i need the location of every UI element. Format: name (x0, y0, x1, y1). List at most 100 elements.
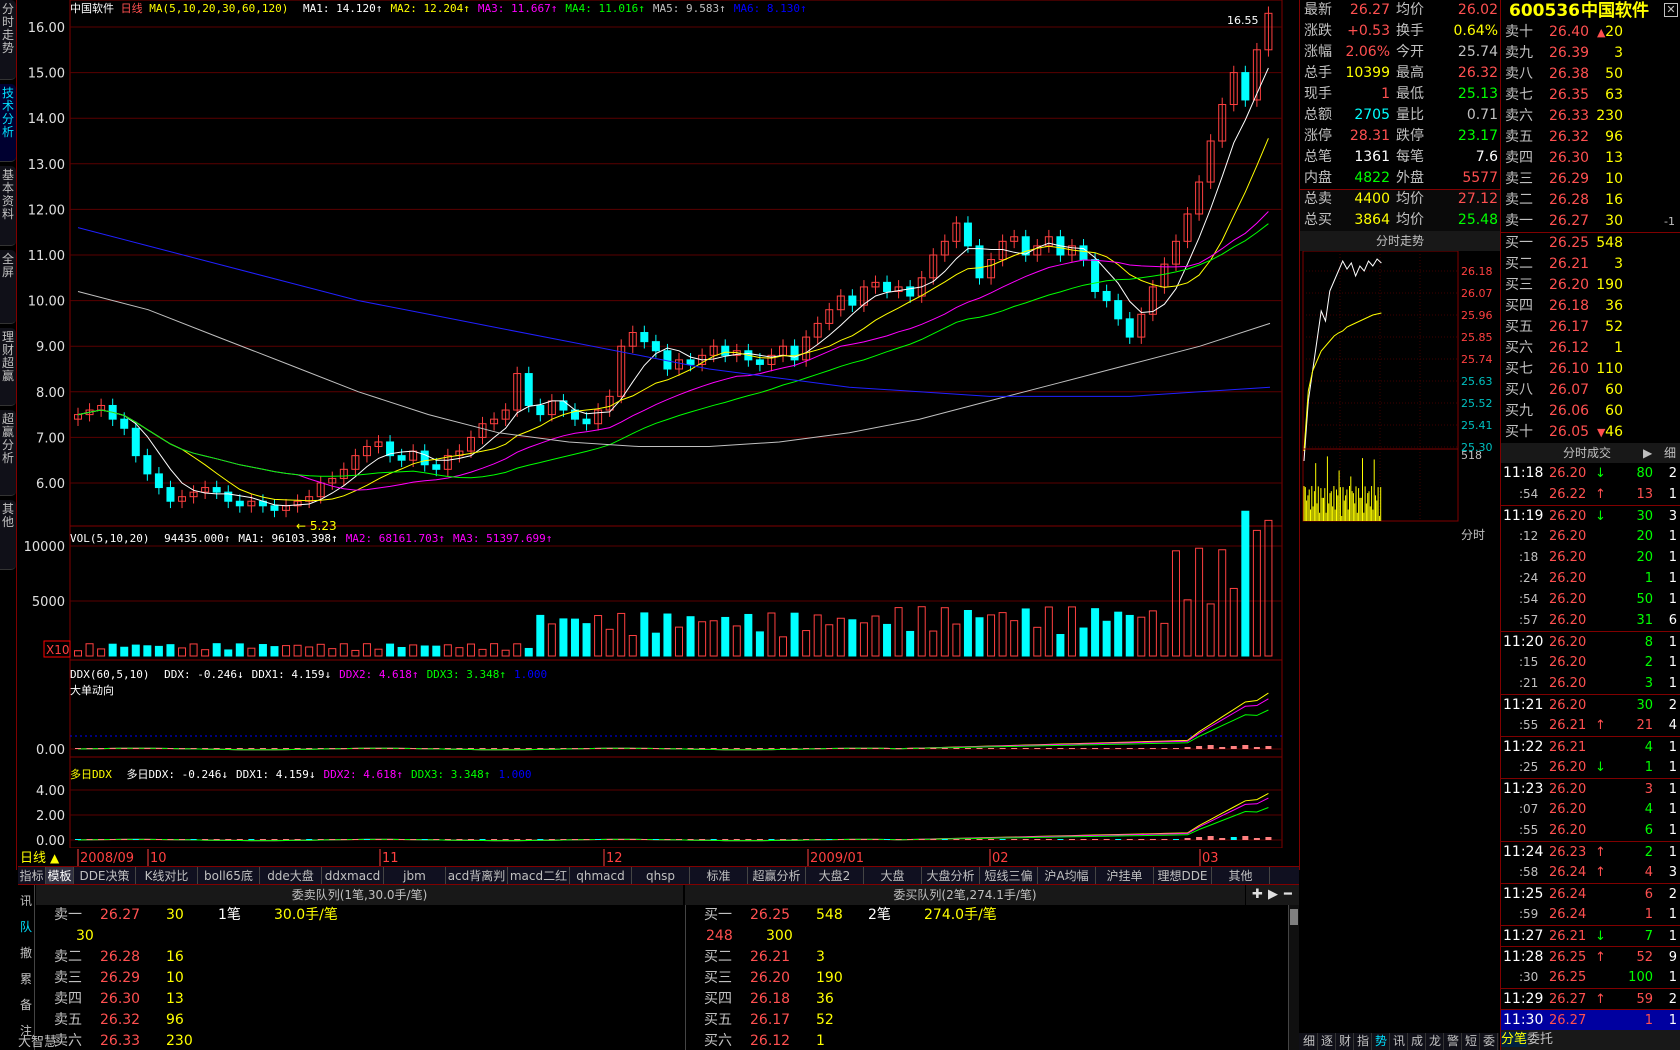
indicator-tab-7[interactable]: jbm (384, 867, 446, 885)
sidebar-tab-1[interactable]: 技术分析 (0, 84, 16, 162)
info-tab-3[interactable]: 指 (1355, 1033, 1372, 1050)
trade-tick[interactable]: :12 26.20 20 1 (1501, 526, 1680, 547)
sidebar-tab-4[interactable]: 理财超赢 (0, 328, 16, 406)
trade-tick[interactable]: :07 26.20 4 1 (1501, 799, 1680, 820)
trade-tick[interactable]: :25 26.20 ↓ 1 1 (1501, 757, 1680, 778)
sell-level[interactable]: 卖四 26.30 13 (1501, 148, 1680, 169)
info-tab-9[interactable]: 短 (1463, 1033, 1480, 1050)
indicator-tab-8[interactable]: acd背离判断 (446, 867, 508, 901)
queue-scrollbar[interactable] (1288, 905, 1299, 1050)
chart-area[interactable]: 16.00 15.00 14.00 13.00 12.00 11.00 10.00 9.00 8… (18, 0, 1299, 870)
indicator-tab-3[interactable]: K线对比 (136, 867, 198, 885)
info-tab-4[interactable]: 势 (1373, 1033, 1390, 1050)
trade-tick[interactable]: :54 26.22 ↑ 13 1 (1501, 484, 1680, 505)
trade-tick[interactable]: :55 26.20 6 1 (1501, 820, 1680, 841)
sell-level[interactable]: 卖三 26.29 10 (1501, 169, 1680, 190)
trade-tick[interactable]: :57 26.20 31 6 (1501, 610, 1680, 631)
kline-chart[interactable]: 16.00 15.00 14.00 13.00 12.00 11.00 10.00 9.00 8… (18, 0, 1299, 866)
sell-level[interactable]: 卖二 26.28 16 (1501, 190, 1680, 211)
orderbook-tab-0[interactable]: 分笔 (1501, 1032, 1528, 1047)
buy-level[interactable]: 买十 26.05 ▼ 46 (1501, 422, 1680, 443)
buy-level[interactable]: 买九 26.06 60 (1501, 401, 1680, 422)
indicator-tab-19[interactable]: 沪挂单 (1096, 867, 1154, 885)
sell-level[interactable]: 卖九 26.39 3 (1501, 43, 1680, 64)
queue-tab-3[interactable]: 累 (18, 967, 34, 991)
trade-tick[interactable]: :58 26.24 ↑ 4 3 (1501, 862, 1680, 883)
info-tab-5[interactable]: 讯 (1391, 1033, 1408, 1050)
queue-tab-4[interactable]: 备 (18, 993, 34, 1017)
orderbook-tab-1[interactable]: 委托 (1527, 1032, 1553, 1047)
trade-tick[interactable]: 11:27 26.21 ↓ 7 1 (1501, 925, 1680, 946)
info-tab-0[interactable]: 细 (1301, 1033, 1318, 1050)
sidebar-tab-5[interactable]: 超赢分析 (0, 410, 16, 496)
indicator-tab-9[interactable]: macd二红 (508, 867, 570, 885)
queue-tab-0[interactable]: 讯 (18, 889, 34, 913)
buy-level[interactable]: 买一 26.25 548 (1501, 233, 1680, 254)
trade-tick[interactable]: 11:19 26.20 ↓ 30 3 (1501, 505, 1680, 526)
sidebar-tab-6[interactable]: 其他 (0, 500, 16, 570)
indicator-tab-12[interactable]: 标准 (690, 867, 748, 885)
trade-tick[interactable]: 11:24 26.23 ↑ 2 1 (1501, 841, 1680, 862)
indicator-tab-15[interactable]: 大盘MBSS (864, 867, 922, 901)
sell-level[interactable]: 卖十 26.40 ▲ 20 (1501, 22, 1680, 43)
minimize-icon[interactable]: ━ (1284, 885, 1292, 905)
buy-level[interactable]: 买四 26.18 36 (1501, 296, 1680, 317)
indicator-tab-20[interactable]: 理想DDE (1154, 867, 1212, 885)
trade-tick[interactable]: :18 26.20 20 1 (1501, 547, 1680, 568)
info-tab-6[interactable]: 成 (1409, 1033, 1426, 1050)
buy-level[interactable]: 买六 26.12 1 (1501, 338, 1680, 359)
trade-tick[interactable]: :15 26.20 2 1 (1501, 652, 1680, 673)
indicator-tab-21[interactable]: 其他 (1212, 867, 1270, 885)
indicator-tab-10[interactable]: qhmacd (570, 867, 632, 885)
trade-tick[interactable]: 11:20 26.20 8 1 (1501, 631, 1680, 652)
trade-tick[interactable]: :21 26.20 3 1 (1501, 673, 1680, 694)
sell-level[interactable]: 卖一 26.27 30 -1 (1501, 211, 1680, 232)
sidebar-tab-2[interactable]: 基本资料 (0, 166, 16, 246)
indicator-tab-2[interactable]: DDE决策 (74, 867, 136, 885)
indicator-tab-1[interactable]: 模板 (46, 867, 74, 885)
queue-tab-2[interactable]: 撤 (18, 941, 34, 965)
indicator-tab-4[interactable]: boll65底 (198, 867, 260, 885)
queue-tab-1[interactable]: 队 (18, 915, 34, 939)
trade-tick[interactable]: 11:30 26.27 1 1 (1501, 1009, 1680, 1030)
indicator-tab-17[interactable]: 短线三偏 (980, 867, 1038, 885)
indicator-tab-18[interactable]: 沪A均幅 (1038, 867, 1096, 885)
sell-level[interactable]: 卖五 26.32 96 (1501, 127, 1680, 148)
indicator-tab-16[interactable]: 大盘分析 (922, 867, 980, 885)
sell-level[interactable]: 卖七 26.35 63 (1501, 85, 1680, 106)
indicator-tab-14[interactable]: 大盘2 (806, 867, 864, 885)
trade-tick[interactable]: :24 26.20 1 1 (1501, 568, 1680, 589)
trade-tick[interactable]: 11:25 26.24 6 2 (1501, 883, 1680, 904)
sidebar-tab-0[interactable]: 分时走势 (0, 0, 16, 80)
info-tab-7[interactable]: 龙 (1427, 1033, 1444, 1050)
indicator-tab-13[interactable]: 超赢分析 (748, 867, 806, 885)
trades-detail[interactable]: 细 (1664, 443, 1676, 463)
play-small-icon[interactable]: ▶ (1643, 443, 1652, 463)
trade-tick[interactable]: 11:22 26.21 4 1 (1501, 736, 1680, 757)
buy-level[interactable]: 买五 26.17 52 (1501, 317, 1680, 338)
indicator-tab-11[interactable]: qhsp (632, 867, 690, 885)
indicator-tab-0[interactable]: 指标 (18, 867, 46, 885)
info-tab-2[interactable]: 财 (1337, 1033, 1354, 1050)
info-tab-1[interactable]: 逐 (1319, 1033, 1336, 1050)
close-icon[interactable]: ✕ (1664, 3, 1678, 17)
scroll-thumb[interactable] (1290, 909, 1298, 925)
buy-level[interactable]: 买七 26.10 110 (1501, 359, 1680, 380)
mini-intraday-chart[interactable]: 26.18 26.07 25.96 25.85 25.74 25.63 25.52 25.41… (1300, 251, 1500, 555)
sell-level[interactable]: 卖八 26.38 50 (1501, 64, 1680, 85)
trade-tick[interactable]: 11:21 26.20 30 2 (1501, 694, 1680, 715)
trade-tick[interactable]: 11:23 26.20 3 1 (1501, 778, 1680, 799)
sidebar-tab-3[interactable]: 全屏 (0, 250, 16, 324)
indicator-tab-6[interactable]: ddxmacd (322, 867, 384, 885)
trade-tick[interactable]: 11:29 26.27 ↑ 59 2 (1501, 988, 1680, 1009)
buy-level[interactable]: 买二 26.21 3 (1501, 254, 1680, 275)
play-icon[interactable]: ▶ (1268, 885, 1278, 905)
info-tab-8[interactable]: 警 (1445, 1033, 1462, 1050)
indicator-tab-5[interactable]: dde大盘 (260, 867, 322, 885)
add-icon[interactable]: ✚ (1252, 885, 1263, 905)
buy-level[interactable]: 买三 26.20 190 (1501, 275, 1680, 296)
info-tab-10[interactable]: 委 (1481, 1033, 1498, 1050)
trade-tick[interactable]: 11:28 26.25 ↑ 52 9 (1501, 946, 1680, 967)
sell-level[interactable]: 卖六 26.33 230 (1501, 106, 1680, 127)
trade-tick[interactable]: 11:18 26.20 ↓ 80 2 (1501, 463, 1680, 484)
